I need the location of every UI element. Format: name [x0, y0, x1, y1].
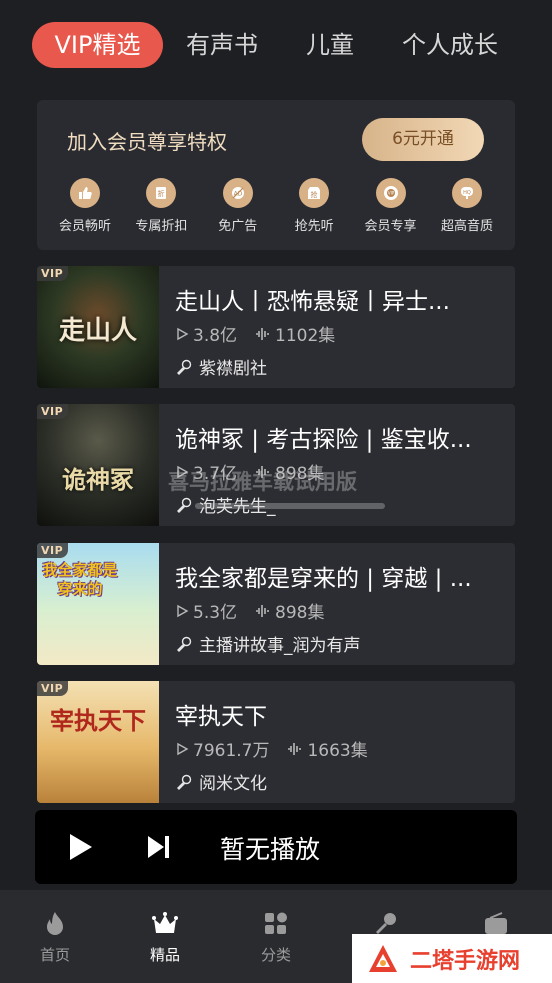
vip-disc-icon: VIP: [375, 178, 406, 208]
perk-no-ads[interactable]: AD 免广告: [200, 178, 276, 234]
player-status: 暂无播放: [220, 835, 321, 864]
play-count: 7961.7万: [193, 741, 270, 761]
item-title: 诡神冢 | 考古探险 | 鉴宝收...: [175, 427, 472, 453]
episode-count: 1663集: [307, 741, 368, 761]
play-count-icon: [177, 742, 189, 755]
album-cover: 宰执天下 VIP: [37, 681, 159, 803]
perk-early-access[interactable]: 抢 抢先听: [276, 178, 352, 234]
vip-badge: VIP: [37, 543, 69, 558]
album-cover: 我全家都是穿来的 VIP: [37, 543, 159, 665]
site-brand-overlay: 二塔手游网: [352, 934, 552, 983]
mini-player[interactable]: 暂无播放: [35, 810, 517, 884]
nav-premium[interactable]: 精品: [135, 910, 195, 965]
microphone-icon: [177, 497, 192, 513]
episodes-icon: [288, 742, 302, 755]
microphone-icon: [177, 359, 192, 375]
category-grid-icon: [265, 912, 287, 934]
cover-title: 走山人: [58, 316, 137, 346]
author-name: 紫襟剧社: [199, 359, 267, 379]
vip-perks-list: 会员畅听 折 专属折扣 AD 免广告 抢 抢先听 VIP 会员专享 HQ 超高音…: [47, 178, 505, 234]
episode-count: 1102集: [275, 326, 336, 346]
item-stats: 3.8亿 1102集: [175, 321, 335, 346]
early-access-icon: 抢: [299, 178, 330, 208]
no-ads-icon: AD: [222, 178, 253, 208]
microphone-icon: [177, 636, 192, 652]
cover-title: 宰执天下: [50, 706, 146, 735]
cover-title: 诡神冢: [62, 465, 134, 494]
nav-category[interactable]: 分类: [246, 910, 306, 965]
flame-icon: [47, 912, 63, 935]
perk-label: 超高音质: [440, 219, 493, 234]
svg-text:折: 折: [158, 189, 165, 198]
item-title: 我全家都是穿来的 | 穿越 | ...: [175, 566, 472, 592]
cover-title: 我全家都是穿来的: [42, 561, 118, 598]
perk-member-exclusive[interactable]: VIP 会员专享: [353, 178, 429, 234]
play-count-icon: [177, 327, 189, 340]
nav-label: 分类: [260, 946, 291, 964]
hq-audio-icon: HQ: [451, 178, 482, 208]
play-count: 3.8亿: [193, 326, 238, 346]
vip-badge: VIP: [37, 266, 69, 281]
list-item[interactable]: 我全家都是穿来的 VIP 我全家都是穿来的 | 穿越 | ... 5.3亿 89…: [37, 543, 515, 665]
play-count-icon: [177, 604, 189, 617]
vip-badge: VIP: [37, 681, 69, 696]
album-cover: 诡神冢 VIP: [37, 404, 159, 526]
list-item[interactable]: 走山人 VIP 走山人丨恐怖悬疑丨异士... 3.8亿 1102集 紫襟剧社: [37, 266, 515, 388]
author-name: 主播讲故事_润为有声: [199, 636, 361, 656]
item-author[interactable]: 主播讲故事_润为有声: [175, 631, 361, 656]
perk-label: 抢先听: [294, 219, 334, 234]
item-author[interactable]: 阅米文化: [175, 769, 267, 794]
nav-home[interactable]: 首页: [25, 910, 85, 965]
tab-children[interactable]: 儿童: [306, 22, 354, 68]
author-name: 阅米文化: [199, 774, 267, 794]
svg-text:HQ: HQ: [463, 190, 471, 196]
perk-label: 专属折扣: [135, 219, 188, 234]
perk-hq-audio[interactable]: HQ 超高音质: [429, 178, 505, 234]
svg-text:VIP: VIP: [387, 191, 394, 196]
play-count: 5.3亿: [193, 603, 238, 623]
item-author[interactable]: 紫襟剧社: [175, 354, 267, 379]
skip-next-icon[interactable]: [145, 834, 171, 860]
watermark-bar: [195, 503, 385, 509]
tab-vip-selected[interactable]: VIP精选: [32, 22, 163, 68]
vip-membership-card: 加入会员尊享特权 6元开通 会员畅听 折 专属折扣 AD 免广告 抢 抢先听 V…: [37, 100, 515, 250]
svg-text:抢: 抢: [311, 190, 318, 199]
discount-tag-icon: 折: [146, 178, 177, 208]
episodes-icon: [256, 327, 269, 340]
brand-text: 二塔手游网: [410, 948, 521, 974]
item-title: 宰执天下: [175, 704, 267, 730]
thumbs-up-icon: [70, 178, 100, 208]
tab-personal-growth[interactable]: 个人成长: [402, 22, 498, 68]
nav-label: 首页: [39, 946, 70, 964]
crown-icon: [152, 912, 178, 933]
episodes-icon: [256, 604, 269, 617]
item-stats: 5.3亿 898集: [175, 598, 325, 623]
perk-exclusive-discount[interactable]: 折 专属折扣: [123, 178, 199, 234]
perk-member-listen[interactable]: 会员畅听: [47, 178, 123, 234]
list-item[interactable]: 宰执天下 VIP 宰执天下 7961.7万 1663集 阅米文化: [37, 681, 515, 803]
vip-card-title: 加入会员尊享特权: [67, 130, 227, 154]
brand-logo-icon: [369, 944, 397, 972]
album-cover: 走山人 VIP: [37, 266, 159, 388]
perk-label: 会员专享: [364, 219, 417, 234]
item-stats: 7961.7万 1663集: [175, 736, 368, 761]
item-title: 走山人丨恐怖悬疑丨异士...: [175, 289, 450, 315]
nav-label: 精品: [149, 946, 180, 964]
tab-audiobooks[interactable]: 有声书: [186, 22, 258, 68]
vip-badge: VIP: [37, 404, 69, 419]
play-icon[interactable]: [65, 832, 95, 862]
watermark-text: 喜马拉雅车载试用版: [168, 470, 357, 494]
microphone-icon: [177, 774, 192, 790]
category-tabs: VIP精选 有声书 儿童 个人成长: [0, 0, 552, 90]
episode-count: 898集: [275, 603, 325, 623]
perk-label: 免广告: [218, 219, 258, 234]
vip-subscribe-button[interactable]: 6元开通: [362, 118, 484, 161]
perk-label: 会员畅听: [58, 219, 111, 234]
